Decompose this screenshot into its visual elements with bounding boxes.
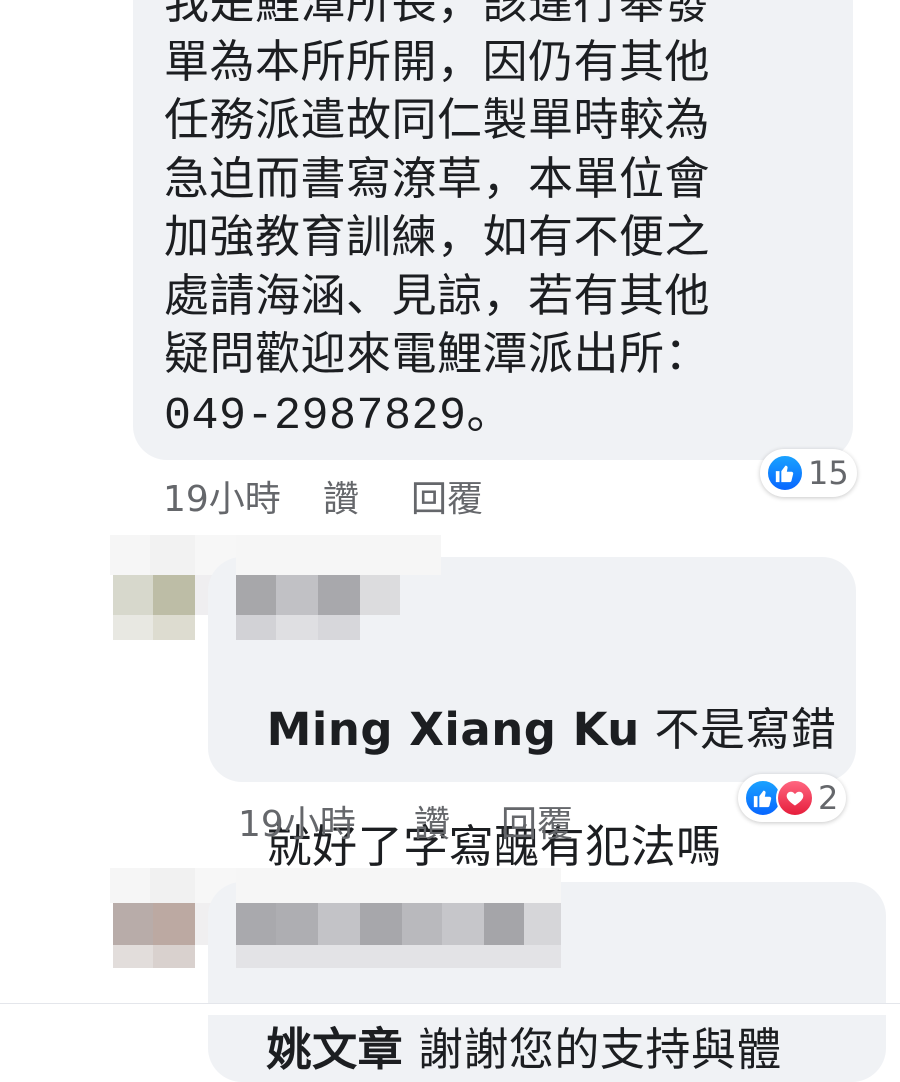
- comment-2-author-link[interactable]: Ming Xiang Ku: [267, 703, 640, 756]
- comment-1-timestamp[interactable]: 19小時: [163, 470, 323, 522]
- comment-2-text-line1: 不是寫錯: [639, 702, 837, 756]
- comment-1-like-button[interactable]: 讚: [323, 470, 411, 522]
- comment-1-text: 我是鯉潭所長，該違行舉發 單為本所所開，因仍有其他 任務派遣故同仁製單時較為 急…: [164, 0, 711, 442]
- comment-2-reply-button[interactable]: 回覆: [501, 795, 573, 847]
- comment-1-meta: 19小時 讚 回覆: [163, 470, 483, 522]
- comment-3-author-link[interactable]: 姚文章: [267, 1023, 404, 1076]
- comment-1-reply-button[interactable]: 回覆: [411, 470, 483, 522]
- comment-2-meta: 19小時 讚 回覆: [238, 795, 573, 847]
- heart-reaction-icon: [776, 779, 814, 817]
- comment-2-like-button[interactable]: 讚: [414, 795, 501, 847]
- comment-3-text-line1: 謝謝您的支持與體: [403, 1022, 782, 1076]
- comment-2-reactions[interactable]: 2: [738, 774, 847, 822]
- comment-2-redacted-name: [236, 535, 441, 645]
- bottom-edge: [0, 1003, 900, 1015]
- comment-1-reaction-count: 15: [808, 454, 849, 492]
- comment-3-text: 姚文章 謝謝您的支持與體: [237, 962, 782, 1079]
- comment-1-reactions[interactable]: 15: [760, 449, 857, 497]
- like-reaction-icon: [766, 454, 804, 492]
- comment-2-reaction-count: 2: [818, 779, 839, 817]
- comment-3-redacted-name: [236, 868, 561, 968]
- comment-2-timestamp[interactable]: 19小時: [238, 795, 414, 847]
